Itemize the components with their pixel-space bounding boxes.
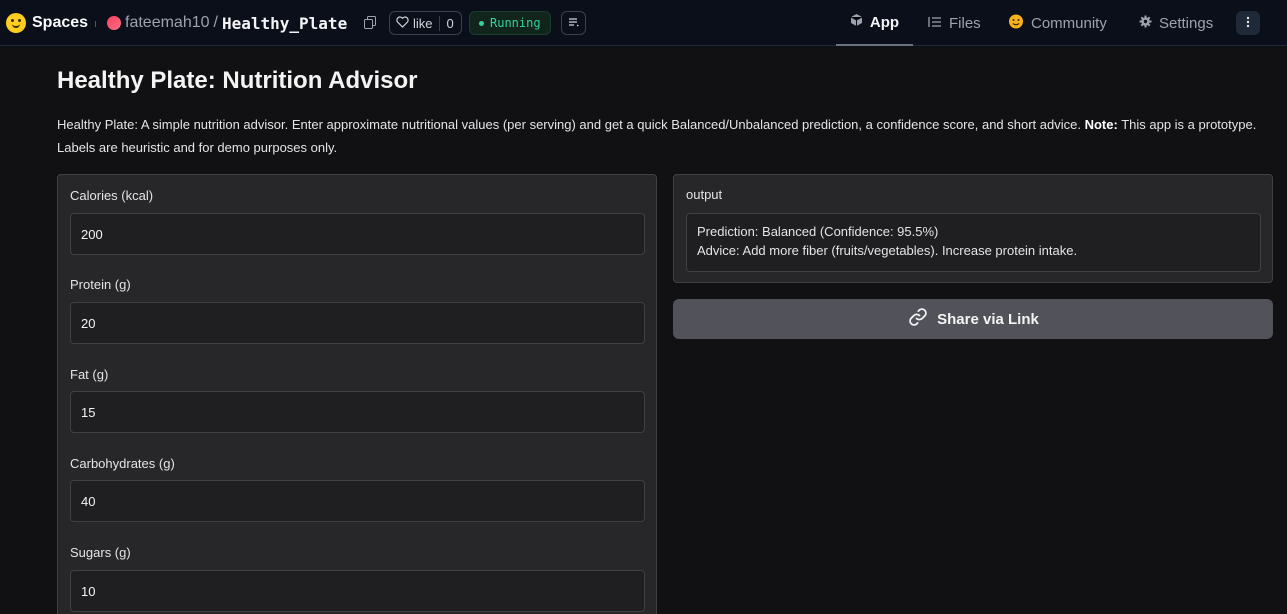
output-label: output bbox=[686, 187, 723, 202]
fat-input[interactable] bbox=[70, 391, 645, 433]
files-icon bbox=[928, 15, 942, 32]
repo-path: fateemah10 / Healthy_Plate bbox=[107, 11, 347, 35]
status-badge: Running bbox=[469, 11, 551, 35]
cube-icon bbox=[850, 13, 863, 31]
tab-app-label: App bbox=[869, 13, 900, 31]
path-separator: / bbox=[213, 14, 218, 31]
tab-community-label: Community bbox=[1031, 14, 1107, 32]
brand-label: Spaces bbox=[32, 14, 89, 31]
spaces-brand-link[interactable]: Spaces bbox=[6, 11, 88, 35]
logs-button[interactable] bbox=[561, 11, 586, 35]
page-title: Healthy Plate: Nutrition Advisor bbox=[57, 67, 418, 94]
link-icon bbox=[907, 306, 929, 332]
tab-files-label: Files bbox=[949, 14, 981, 32]
description-main: Healthy Plate: A simple nutrition adviso… bbox=[57, 117, 1085, 132]
tab-settings-label: Settings bbox=[1159, 14, 1214, 32]
top-bar: Spaces fateemah10 / Healthy_Plate like 0… bbox=[0, 0, 1287, 46]
carbohydrates-input[interactable] bbox=[70, 480, 645, 522]
tab-files[interactable]: Files bbox=[928, 0, 981, 46]
copy-icon[interactable] bbox=[364, 16, 376, 29]
calories-label: Calories (kcal) bbox=[70, 188, 154, 203]
separator bbox=[95, 21, 96, 27]
share-label: Share via Link bbox=[937, 310, 1039, 328]
heart-icon bbox=[396, 15, 409, 31]
app-description: Healthy Plate: A simple nutrition adviso… bbox=[57, 113, 1277, 159]
inputs-panel: Calories (kcal) Protein (g) Fat (g) Carb… bbox=[57, 174, 657, 614]
sugars-input[interactable] bbox=[70, 570, 645, 612]
owner-avatar bbox=[107, 16, 121, 30]
tab-community[interactable]: Community bbox=[1008, 0, 1107, 46]
sugars-label: Sugars (g) bbox=[70, 545, 131, 560]
gear-icon bbox=[1139, 15, 1152, 32]
tab-settings[interactable]: Settings bbox=[1139, 0, 1213, 46]
protein-label: Protein (g) bbox=[70, 277, 131, 292]
like-label: like bbox=[413, 15, 433, 31]
share-via-link-button[interactable]: Share via Link bbox=[673, 299, 1273, 339]
advice-text: Advice: Add more fiber (fruits/vegetable… bbox=[697, 243, 1078, 258]
carbohydrates-label: Carbohydrates (g) bbox=[70, 456, 175, 471]
repo-name-link[interactable]: Healthy_Plate bbox=[222, 14, 347, 33]
hugging-face-icon bbox=[6, 13, 26, 33]
description-note-label: Note: bbox=[1084, 117, 1118, 132]
protein-input[interactable] bbox=[70, 302, 645, 344]
status-label: Running bbox=[490, 16, 541, 30]
like-count: 0 bbox=[446, 15, 454, 31]
list-icon bbox=[568, 14, 580, 32]
owner-link[interactable]: fateemah10 bbox=[125, 14, 210, 32]
more-vertical-icon bbox=[1246, 16, 1250, 31]
like-button[interactable]: like 0 bbox=[389, 11, 462, 35]
community-icon bbox=[1008, 14, 1024, 33]
calories-input[interactable] bbox=[70, 213, 645, 255]
more-options-button[interactable] bbox=[1236, 11, 1260, 35]
status-dot bbox=[479, 20, 484, 26]
fat-label: Fat (g) bbox=[70, 367, 109, 382]
app-container: Healthy Plate: Nutrition Advisor Healthy… bbox=[0, 47, 1287, 614]
tab-app[interactable]: App bbox=[836, 0, 913, 46]
output-textbox[interactable]: Prediction: Balanced (Confidence: 95.5%)… bbox=[686, 213, 1261, 272]
output-panel: output Prediction: Balanced (Confidence:… bbox=[673, 174, 1273, 283]
prediction-text: Prediction: Balanced (Confidence: 95.5%) bbox=[697, 224, 939, 239]
